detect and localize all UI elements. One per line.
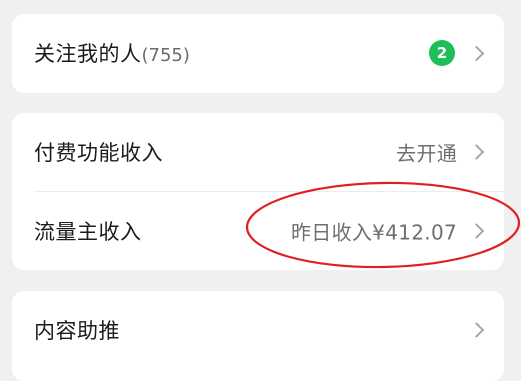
content-boost-card: 内容助推 bbox=[12, 291, 504, 381]
traffic-owner-income-row[interactable]: 流量主收入 昨日收入¥412.07 bbox=[12, 192, 504, 270]
chevron-right-icon bbox=[468, 144, 485, 160]
content-boost-label: 内容助推 bbox=[34, 319, 120, 343]
paid-features-status: 去开通 bbox=[396, 141, 457, 166]
followers-card: 关注我的人(755) 2 bbox=[12, 14, 504, 93]
paid-features-right: 去开通 bbox=[396, 138, 486, 167]
paid-features-income-row[interactable]: 付费功能收入 去开通 bbox=[12, 113, 504, 191]
followers-count: (755) bbox=[141, 45, 190, 66]
traffic-owner-income-label: 流量主收入 bbox=[34, 220, 142, 244]
content-boost-right bbox=[468, 322, 486, 338]
chevron-right-icon bbox=[468, 45, 485, 61]
followers-right: 2 bbox=[429, 40, 486, 66]
content-boost-row[interactable]: 内容助推 bbox=[12, 291, 504, 369]
notification-badge: 2 bbox=[429, 40, 455, 66]
paid-features-income-label: 付费功能收入 bbox=[34, 141, 163, 165]
followers-label-text: 关注我的人 bbox=[34, 42, 142, 66]
yesterday-income-value: 昨日收入¥412.07 bbox=[290, 220, 457, 245]
followers-row[interactable]: 关注我的人(755) 2 bbox=[12, 14, 504, 92]
income-card: 付费功能收入 去开通 流量主收入 昨日收入¥412.07 bbox=[12, 113, 504, 270]
chevron-right-icon bbox=[468, 322, 485, 338]
traffic-owner-right: 昨日收入¥412.07 bbox=[291, 217, 486, 246]
followers-label: 关注我的人(755) bbox=[34, 38, 190, 68]
chevron-right-icon bbox=[468, 223, 485, 239]
